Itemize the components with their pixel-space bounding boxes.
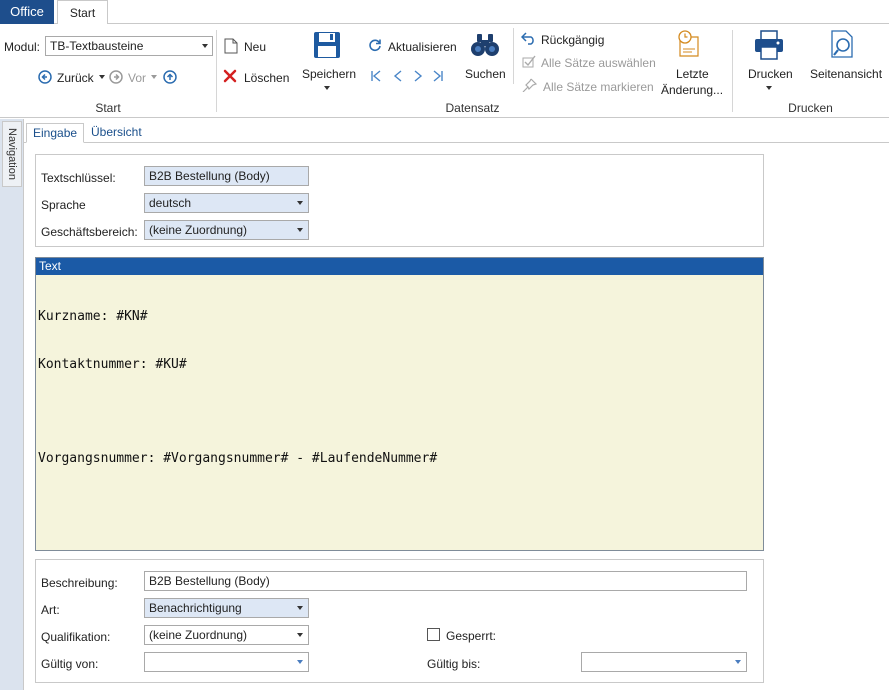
key-label: Textschlüssel: [41,171,116,185]
tab-office[interactable]: Office [0,0,54,24]
navigation-tab[interactable]: Navigation [2,121,22,187]
modul-select[interactable]: TB-Textbausteine [45,36,213,56]
group-divider [732,30,733,112]
delete-x-icon [223,69,237,83]
text-line: Kurzname: #KN# [38,309,148,324]
area-label: Geschäftsbereich: [41,225,138,239]
chevron-down-icon [297,201,303,205]
language-select-value: deutsch [149,196,192,210]
forward-button[interactable]: Vor [128,71,146,85]
select-all-icon [522,55,536,68]
text-panel-header: Text [36,258,763,275]
back-button[interactable]: Zurück [57,71,94,85]
text-panel: Text Kurzname: #KN# Kontaktnummer: #KU# … [35,257,764,551]
save-button[interactable]: Speichern [302,67,356,81]
text-line [38,405,761,419]
print-group-label: Drucken [788,101,833,115]
valid-to-label: Gültig bis: [427,657,481,671]
content-tabs: Eingabe Übersicht [24,119,889,143]
tab-eingabe[interactable]: Eingabe [26,123,85,143]
description-label: Beschreibung: [41,576,118,590]
refresh-button[interactable]: Aktualisieren [388,40,457,54]
qualification-select[interactable]: (keine Zuordnung) [144,625,309,645]
refresh-icon [369,39,381,52]
language-label: Sprache [41,198,86,212]
history-scroll-icon [678,30,699,57]
group-divider [513,28,514,84]
back-dropdown-icon[interactable] [99,75,105,79]
undo-button[interactable]: Rückgängig [541,33,604,47]
binoculars-icon [471,34,499,56]
last-record-icon[interactable] [432,70,444,82]
select-all-button[interactable]: Alle Sätze auswählen [541,56,656,70]
locked-label: Gesperrt: [446,629,497,643]
language-select[interactable]: deutsch [144,193,309,213]
calendar-dropdown-icon [297,660,303,664]
datensatz-group-label: Datensatz [445,101,500,115]
print-dropdown-icon[interactable] [766,86,772,90]
start-group-label: Start [95,101,121,115]
print-button[interactable]: Drucken [748,67,793,81]
forward-arrow-icon[interactable] [109,70,123,84]
chevron-down-icon [202,44,208,48]
last-changes-line1[interactable]: Letzte [676,67,709,81]
key-field[interactable]: B2B Bestellung (Body) [144,166,309,186]
ribbon-tabbar: Office Start [0,0,889,25]
tab-start[interactable]: Start [57,0,108,25]
details-form-panel: Beschreibung: B2B Bestellung (Body) Art:… [35,559,764,683]
type-select-value: Benachrichtigung [149,601,242,615]
text-line: Vorgangsnummer: #Vorgangsnummer# - #Lauf… [38,451,438,466]
next-record-icon[interactable] [412,70,424,82]
search-button[interactable]: Suchen [465,67,506,81]
first-record-icon[interactable] [370,70,382,82]
chevron-down-icon [297,606,303,610]
mark-all-button[interactable]: Alle Sätze markieren [543,80,654,94]
page-preview-icon [831,30,853,58]
save-dropdown-icon[interactable] [324,86,330,90]
forward-dropdown-icon[interactable] [151,75,157,79]
area-select-value: (keine Zuordnung) [149,223,248,237]
area-select[interactable]: (keine Zuordnung) [144,220,309,240]
calendar-dropdown-icon [735,660,741,664]
description-field[interactable]: B2B Bestellung (Body) [144,571,747,591]
qualification-select-value: (keine Zuordnung) [149,628,248,642]
type-label: Art: [41,603,60,617]
text-editor[interactable]: Kurzname: #KN# Kontaktnummer: #KU# Vorga… [36,275,763,501]
navigation-tab-label: Navigation [6,128,18,180]
pin-icon [522,78,537,92]
group-divider [216,30,217,112]
ribbon: Modul: TB-Textbausteine Zurück Vor Start… [0,24,889,118]
valid-from-date[interactable] [144,652,309,672]
locked-checkbox[interactable] [427,628,440,641]
delete-button[interactable]: Löschen [244,71,289,85]
undo-icon [521,32,534,45]
previous-record-icon[interactable] [392,70,404,82]
modul-select-value: TB-Textbausteine [50,39,144,53]
valid-to-date[interactable] [581,652,747,672]
chevron-down-icon [297,633,303,637]
last-changes-line2[interactable]: Änderung... [661,83,723,97]
tab-uebersicht[interactable]: Übersicht [85,123,148,143]
new-document-icon [224,38,238,54]
qualification-label: Qualifikation: [41,630,111,644]
valid-from-label: Gültig von: [41,657,99,671]
up-arrow-icon[interactable] [163,70,177,84]
new-button[interactable]: Neu [244,40,266,54]
navigation-strip: Navigation [0,119,24,690]
chevron-down-icon [297,228,303,232]
type-select[interactable]: Benachrichtigung [144,598,309,618]
text-line: Kontaktnummer: #KU# [38,357,187,372]
printer-icon [755,30,783,60]
page-preview-button[interactable]: Seitenansicht [810,67,882,81]
modul-label: Modul: [4,40,41,54]
save-disk-icon [314,32,340,58]
back-arrow-icon[interactable] [38,70,52,84]
header-form-panel: Textschlüssel: B2B Bestellung (Body) Spr… [35,154,764,247]
